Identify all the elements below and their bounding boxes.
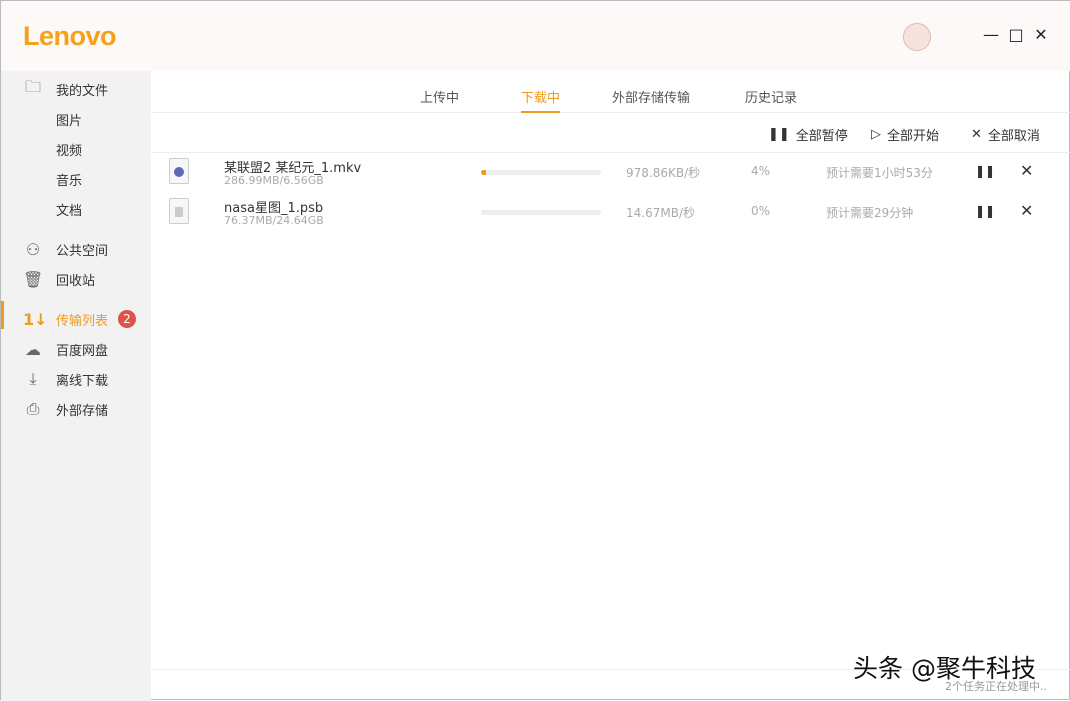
minimize-button[interactable]: —: [983, 27, 999, 43]
transfer-tabs: 上传中 下载中 外部存储传输 历史记录: [151, 71, 1070, 113]
download-speed: 978.86KB/秒: [626, 166, 701, 180]
tab-uploading[interactable]: 上传中: [420, 87, 459, 111]
sidebar-item-my-files[interactable]: 🗀 我的文件: [1, 76, 151, 102]
sidebar-item-transfer-list[interactable]: 1↓ 传输列表 2: [1, 306, 151, 332]
folder-icon: 🗀: [24, 76, 41, 96]
tab-external-transfer[interactable]: 外部存储传输: [612, 87, 690, 111]
sidebar-item-offline-download[interactable]: ⤓ 离线下载: [1, 366, 151, 392]
sidebar-item-pictures[interactable]: 图片: [1, 106, 151, 132]
trash-icon: 🗑: [23, 269, 44, 289]
download-row: 某联盟2 某纪元_1.mkv 286.99MB/6.56GB 978.86KB/…: [151, 152, 1070, 192]
users-icon: ⚇: [25, 239, 41, 259]
progress-percent: 4%: [751, 164, 771, 178]
sidebar-item-music[interactable]: 音乐: [1, 166, 151, 192]
start-all-label: 全部开始: [887, 129, 940, 144]
cancel-all-label: 全部取消: [987, 129, 1040, 144]
start-all-button[interactable]: ▷ 全部开始: [871, 125, 939, 144]
sidebar-item-label: 离线下载: [56, 373, 109, 389]
tab-history[interactable]: 历史记录: [745, 87, 797, 111]
play-icon: ▷: [871, 127, 881, 142]
pause-icon: ❚❚: [768, 127, 790, 142]
usb-icon: ⎙: [26, 399, 40, 418]
app-window: Lenovo — □ ✕ 🗀 我的文件 图片 视频 音乐 文档 ⚇ 公共空间 🗑 回收…: [0, 0, 1070, 701]
sidebar-item-label: 回收站: [56, 273, 96, 289]
progress-bar: [481, 210, 601, 215]
header: Lenovo — □ ✕: [1, 1, 1070, 71]
sidebar: 🗀 我的文件 图片 视频 音乐 文档 ⚇ 公共空间 🗑 回收站 1↓ 传输列表 2 ☁ 百度…: [1, 71, 151, 701]
tab-downloading[interactable]: 下载中: [521, 87, 561, 113]
sidebar-item-baidu-pan[interactable]: ☁ 百度网盘: [1, 336, 151, 362]
sidebar-item-label: 音乐: [56, 173, 83, 189]
sidebar-item-public-space[interactable]: ⚇ 公共空间: [1, 236, 151, 262]
transfer-icon: 1↓: [23, 309, 48, 329]
sidebar-item-label: 视频: [56, 143, 83, 159]
lenovo-logo: Lenovo: [23, 21, 117, 51]
pause-button[interactable]: ❚❚: [975, 204, 995, 218]
eta: 预计需要29分钟: [826, 206, 914, 220]
status-text: 2个任务正在处理中..: [945, 680, 1047, 693]
pause-all-button[interactable]: ❚❚ 全部暂停: [768, 125, 848, 144]
sidebar-item-label: 公共空间: [56, 243, 109, 259]
progress-bar: [481, 170, 601, 175]
file-size: 286.99MB/6.56GB: [224, 174, 324, 187]
download-icon: ⤓: [29, 369, 37, 388]
close-icon: ✕: [971, 127, 982, 142]
progress-fill: [481, 170, 486, 175]
sidebar-item-label: 文档: [56, 203, 83, 219]
sidebar-item-videos[interactable]: 视频: [1, 136, 151, 162]
eta: 预计需要1小时53分: [826, 166, 933, 180]
sidebar-item-label: 外部存储: [56, 403, 109, 419]
sidebar-item-label: 传输列表: [56, 313, 109, 329]
cancel-button[interactable]: ✕: [1020, 201, 1033, 220]
file-size: 76.37MB/24.64GB: [224, 214, 324, 227]
close-button[interactable]: ✕: [1033, 27, 1049, 43]
file-icon: [169, 198, 189, 224]
sidebar-item-label: 我的文件: [56, 83, 109, 99]
count-badge: 2: [118, 310, 136, 328]
maximize-button[interactable]: □: [1008, 27, 1024, 43]
sidebar-item-external-storage[interactable]: ⎙ 外部存储: [1, 396, 151, 422]
progress-percent: 0%: [751, 204, 771, 218]
cancel-button[interactable]: ✕: [1020, 161, 1033, 180]
avatar[interactable]: [903, 23, 931, 51]
cloud-icon: ☁: [25, 339, 41, 359]
sidebar-item-label: 图片: [56, 113, 83, 129]
sidebar-item-documents[interactable]: 文档: [1, 196, 151, 222]
video-file-icon: [169, 158, 189, 184]
sidebar-item-recycle-bin[interactable]: 🗑 回收站: [1, 266, 151, 292]
pause-button[interactable]: ❚❚: [975, 164, 995, 178]
cancel-all-button[interactable]: ✕ 全部取消: [971, 125, 1040, 144]
download-row: nasa星图_1.psb 76.37MB/24.64GB 14.67MB/秒 0…: [151, 192, 1070, 232]
pause-all-label: 全部暂停: [795, 129, 848, 144]
download-speed: 14.67MB/秒: [626, 206, 695, 220]
sidebar-item-label: 百度网盘: [56, 343, 109, 359]
